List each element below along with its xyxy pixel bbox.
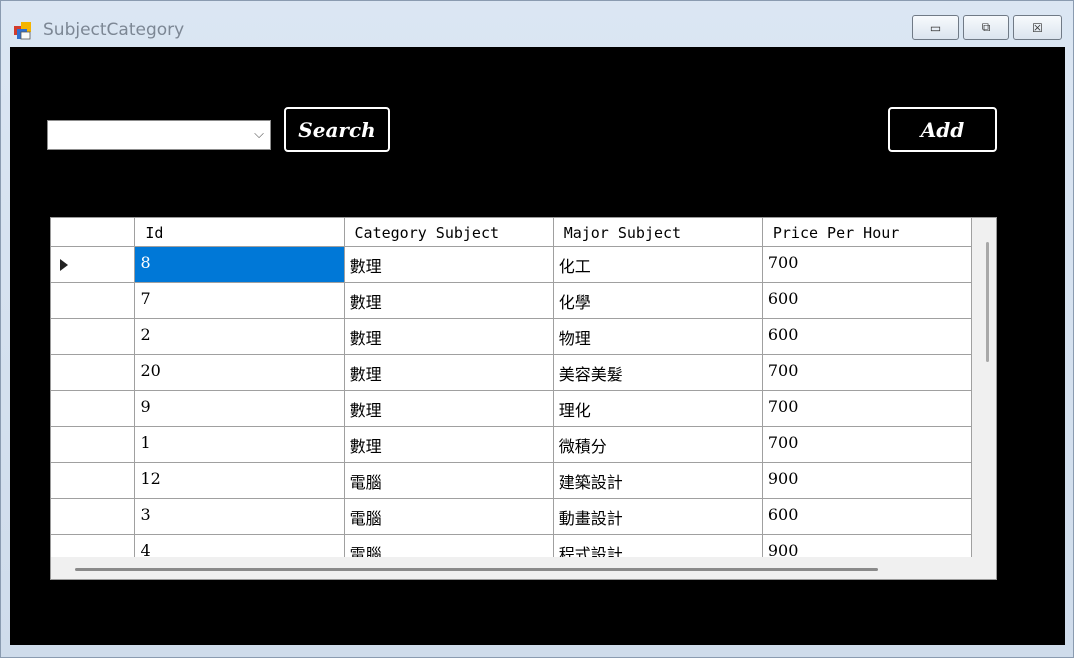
cell-category-subject[interactable]: 數理	[345, 283, 554, 318]
minimize-button[interactable]: ▭	[912, 15, 959, 40]
table-row[interactable]: 8 數理 化工 700	[51, 247, 972, 283]
grid-viewport: Id Category Subject Major Subject Price …	[51, 218, 972, 557]
cell-major-subject[interactable]: 程式設計	[554, 535, 763, 557]
column-header-category-subject[interactable]: Category Subject	[345, 218, 554, 246]
cell-major-subject[interactable]: 動畫設計	[554, 499, 763, 534]
horizontal-scrollbar[interactable]	[51, 557, 996, 579]
cell-id[interactable]: 9	[135, 391, 345, 426]
grid-corner-header[interactable]	[51, 218, 136, 246]
cell-price-per-hour[interactable]: 600	[763, 499, 972, 534]
table-row[interactable]: 7 數理 化學 600	[51, 283, 972, 319]
form-client-area: ⌵ Search Add Id Category Subject Major S…	[10, 47, 1065, 645]
table-row[interactable]: 1 數理 微積分 700	[51, 427, 972, 463]
cell-category-subject[interactable]: 數理	[345, 391, 554, 426]
current-row-arrow-icon	[60, 259, 68, 271]
cell-category-subject[interactable]: 數理	[345, 355, 554, 390]
minimize-icon: ▭	[929, 20, 942, 35]
cell-major-subject[interactable]: 理化	[554, 391, 763, 426]
cell-category-subject[interactable]: 電腦	[345, 463, 554, 498]
table-row[interactable]: 9 數理 理化 700	[51, 391, 972, 427]
cell-price-per-hour[interactable]: 700	[763, 391, 972, 426]
vertical-scrollbar[interactable]	[972, 218, 996, 557]
row-header[interactable]	[51, 283, 136, 318]
close-icon: ☒	[1032, 20, 1043, 35]
cell-id[interactable]: 3	[135, 499, 345, 534]
cell-major-subject[interactable]: 美容美髮	[554, 355, 763, 390]
search-button-label: Search	[298, 117, 376, 142]
cell-major-subject[interactable]: 化工	[554, 247, 763, 282]
table-row[interactable]: 3 電腦 動畫設計 600	[51, 499, 972, 535]
row-header[interactable]	[51, 319, 136, 354]
chevron-down-icon[interactable]: ⌵	[254, 127, 264, 142]
column-header-major-subject[interactable]: Major Subject	[554, 218, 763, 246]
row-header[interactable]	[51, 535, 136, 557]
cell-price-per-hour[interactable]: 600	[763, 283, 972, 318]
table-row[interactable]: 4 電腦 程式設計 900	[51, 535, 972, 557]
add-button[interactable]: Add	[888, 107, 997, 152]
cell-id[interactable]: 4	[135, 535, 345, 557]
app-window: SubjectCategory ▭ ⧉ ☒ ⌵ Search Add Id Ca…	[0, 0, 1074, 658]
cell-price-per-hour[interactable]: 900	[763, 463, 972, 498]
table-row[interactable]: 20 數理 美容美髮 700	[51, 355, 972, 391]
window-title: SubjectCategory	[43, 20, 185, 40]
cell-major-subject[interactable]: 物理	[554, 319, 763, 354]
table-row[interactable]: 2 數理 物理 600	[51, 319, 972, 355]
cell-category-subject[interactable]: 數理	[345, 427, 554, 462]
maximize-icon: ⧉	[981, 20, 991, 34]
row-header[interactable]	[51, 391, 136, 426]
column-header-id[interactable]: Id	[135, 218, 345, 246]
cell-price-per-hour[interactable]: 700	[763, 427, 972, 462]
row-header[interactable]	[51, 355, 136, 390]
row-header[interactable]	[51, 463, 136, 498]
cell-category-subject[interactable]: 電腦	[345, 535, 554, 557]
cell-price-per-hour[interactable]: 700	[763, 247, 972, 282]
grid-rows: 8 數理 化工 700 7 數理 化學 600 2 數理 物理 600 20 數理 美容美髮 700 9 數理 理化…	[51, 247, 972, 557]
cell-major-subject[interactable]: 微積分	[554, 427, 763, 462]
cell-id[interactable]: 1	[135, 427, 345, 462]
close-button[interactable]: ☒	[1013, 15, 1062, 40]
cell-category-subject[interactable]: 數理	[345, 319, 554, 354]
grid-header-row: Id Category Subject Major Subject Price …	[51, 218, 972, 247]
cell-major-subject[interactable]: 建築設計	[554, 463, 763, 498]
vertical-scroll-thumb[interactable]	[986, 242, 989, 362]
cell-price-per-hour[interactable]: 700	[763, 355, 972, 390]
cell-id[interactable]: 12	[135, 463, 345, 498]
cell-id[interactable]: 7	[135, 283, 345, 318]
row-header[interactable]	[51, 499, 136, 534]
cell-category-subject[interactable]: 數理	[345, 247, 554, 282]
title-bar[interactable]: SubjectCategory ▭ ⧉ ☒	[1, 1, 1073, 47]
cell-major-subject[interactable]: 化學	[554, 283, 763, 318]
cell-price-per-hour[interactable]: 600	[763, 319, 972, 354]
cell-id[interactable]: 20	[135, 355, 345, 390]
horizontal-scroll-thumb[interactable]	[75, 568, 878, 571]
maximize-button[interactable]: ⧉	[963, 15, 1009, 40]
cell-category-subject[interactable]: 電腦	[345, 499, 554, 534]
table-row[interactable]: 12 電腦 建築設計 900	[51, 463, 972, 499]
column-header-price-per-hour[interactable]: Price Per Hour	[763, 218, 972, 246]
add-button-label: Add	[920, 117, 965, 142]
category-combobox[interactable]: ⌵	[47, 120, 271, 150]
cell-price-per-hour[interactable]: 900	[763, 535, 972, 557]
subjects-data-grid[interactable]: Id Category Subject Major Subject Price …	[50, 217, 997, 580]
search-button[interactable]: Search	[284, 107, 390, 152]
row-header[interactable]	[51, 247, 136, 282]
cell-id[interactable]: 8	[135, 247, 345, 282]
row-header[interactable]	[51, 427, 136, 462]
cell-id[interactable]: 2	[135, 319, 345, 354]
app-icon	[14, 22, 31, 40]
